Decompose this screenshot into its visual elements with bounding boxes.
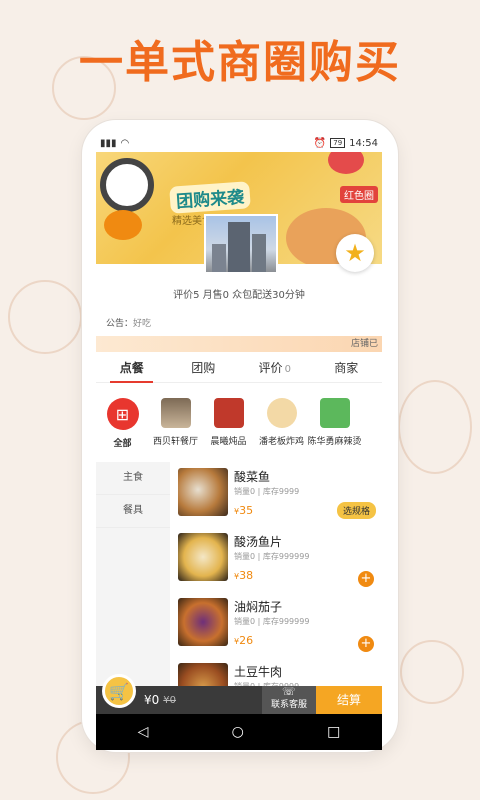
store-tabs: 点餐 团购 评价 0 商家 bbox=[96, 356, 382, 383]
signal-icon: ▮▮▮ bbox=[100, 137, 117, 149]
category-strip: ⊞ 全部 西贝轩餐厅 晨曦炖品 潘老板炸鸡 陈华勇麻辣烫 bbox=[96, 390, 382, 462]
banner-egg bbox=[100, 158, 154, 212]
dish-name: 酸菜鱼 bbox=[234, 470, 271, 484]
notice-text: 好吃 bbox=[133, 319, 152, 329]
cart-bar: 🛒 ¥0 ¥0 ☏ 联系客服 结算 bbox=[96, 674, 382, 714]
store-stats: 评价5 月售0 众包配送30分钟 bbox=[173, 290, 305, 301]
app-screen: ▮▮▮ ◠ ⏰ 79 14:54 团购来袭 精选美食优惠 红色圈 ★ 评价5 月… bbox=[96, 134, 382, 750]
wifi-icon: ◠ bbox=[120, 137, 130, 149]
dish-price: ¥38 bbox=[234, 569, 254, 582]
add-to-cart-button[interactable]: + bbox=[358, 636, 374, 652]
store-image bbox=[204, 214, 278, 274]
list-item[interactable]: 油焖茄子 销量0 | 库存999999 ¥26 + bbox=[170, 592, 382, 657]
banner-title: 团购来袭 bbox=[169, 181, 251, 214]
tab-reviews[interactable]: 评价 0 bbox=[239, 356, 311, 382]
category-label: 陈华勇麻辣烫 bbox=[307, 437, 362, 447]
category-label: 全部 bbox=[113, 439, 132, 449]
dish-name: 土豆牛肉 bbox=[234, 665, 283, 679]
service-label: 联系客服 bbox=[270, 700, 307, 710]
back-icon[interactable]: ◁ bbox=[138, 724, 149, 740]
headset-icon: ☏ bbox=[282, 685, 296, 698]
select-spec-button[interactable]: 选规格 bbox=[336, 502, 376, 519]
sidebar-item-staple[interactable]: 主食 bbox=[96, 462, 170, 495]
contact-service-button[interactable]: ☏ 联系客服 bbox=[262, 686, 316, 714]
tab-label: 团购 bbox=[191, 361, 216, 375]
tab-count: 0 bbox=[284, 364, 291, 375]
banner-tag: 红色圈 bbox=[340, 186, 378, 203]
category-item[interactable]: 潘老板炸鸡 bbox=[255, 390, 308, 462]
home-icon[interactable]: ○ bbox=[232, 724, 244, 740]
grid-icon: ⊞ bbox=[106, 398, 139, 430]
dish-price: ¥26 bbox=[234, 634, 254, 647]
restaurant-thumb bbox=[160, 398, 191, 428]
dish-meta: 销量0 | 库存999999 bbox=[234, 552, 310, 561]
category-label: 西贝轩餐厅 bbox=[152, 437, 198, 447]
alarm-icon: ⏰ bbox=[313, 137, 327, 149]
checkout-button[interactable]: 结算 bbox=[316, 686, 382, 714]
category-item[interactable]: 陈华勇麻辣烫 bbox=[307, 390, 362, 462]
restaurant-thumb bbox=[266, 398, 297, 428]
decor-leaf bbox=[400, 640, 464, 704]
tab-label: 评价 bbox=[258, 361, 283, 375]
banner-pumpkin bbox=[104, 210, 142, 240]
store-notice: 公告：好吃 bbox=[106, 316, 151, 329]
star-icon: ★ bbox=[344, 239, 366, 267]
recents-icon[interactable]: □ bbox=[327, 724, 340, 740]
decor-onion bbox=[8, 280, 82, 354]
dish-name: 酸汤鱼片 bbox=[234, 535, 283, 549]
category-item[interactable]: 晨曦炖品 bbox=[202, 390, 255, 462]
tab-label: 商家 bbox=[334, 361, 359, 375]
tab-order[interactable]: 点餐 bbox=[96, 356, 168, 383]
favorite-star-button[interactable]: ★ bbox=[336, 234, 374, 272]
category-label: 潘老板炸鸡 bbox=[258, 437, 304, 447]
battery-icon: 79 bbox=[330, 138, 346, 148]
cart-button[interactable]: 🛒 bbox=[102, 674, 136, 708]
headline: 一单式商圈购买 bbox=[79, 37, 401, 88]
restaurant-thumb bbox=[319, 398, 350, 428]
system-nav-bar: ◁ ○ □ bbox=[96, 714, 382, 750]
category-item[interactable]: 西贝轩餐厅 bbox=[149, 390, 202, 462]
dish-image bbox=[178, 533, 228, 581]
notice-label: 公告： bbox=[106, 319, 134, 329]
category-label: 晨曦炖品 bbox=[210, 437, 247, 447]
category-all[interactable]: ⊞ 全部 bbox=[96, 390, 149, 462]
dish-image bbox=[178, 598, 228, 646]
list-item[interactable]: 酸菜鱼 销量0 | 库存9999 ¥35 选规格 bbox=[170, 462, 382, 527]
cart-total: ¥0 bbox=[144, 693, 160, 707]
cart-original-price: ¥0 bbox=[163, 694, 177, 706]
dish-meta: 销量0 | 库存9999 bbox=[234, 487, 300, 496]
cart-icon: 🛒 bbox=[109, 681, 129, 701]
dish-image bbox=[178, 468, 228, 516]
restaurant-thumb bbox=[213, 398, 244, 428]
dish-price: ¥35 bbox=[234, 504, 254, 517]
status-bar: ▮▮▮ ◠ ⏰ 79 14:54 bbox=[96, 134, 382, 152]
list-item[interactable]: 酸汤鱼片 销量0 | 库存999999 ¥38 + bbox=[170, 527, 382, 592]
store-marquee: 店铺已 bbox=[96, 336, 382, 352]
tab-label: 点餐 bbox=[119, 361, 144, 375]
tab-group-buy[interactable]: 团购 bbox=[168, 356, 240, 382]
tab-merchant[interactable]: 商家 bbox=[311, 356, 383, 382]
add-to-cart-button[interactable]: + bbox=[358, 571, 374, 587]
sidebar-item-tableware[interactable]: 餐具 bbox=[96, 495, 170, 528]
status-time: 14:54 bbox=[349, 137, 378, 149]
dish-name: 油焖茄子 bbox=[234, 600, 283, 614]
dish-meta: 销量0 | 库存999999 bbox=[234, 617, 310, 626]
decor-veggie bbox=[398, 380, 472, 474]
banner-watermelon bbox=[328, 152, 364, 174]
